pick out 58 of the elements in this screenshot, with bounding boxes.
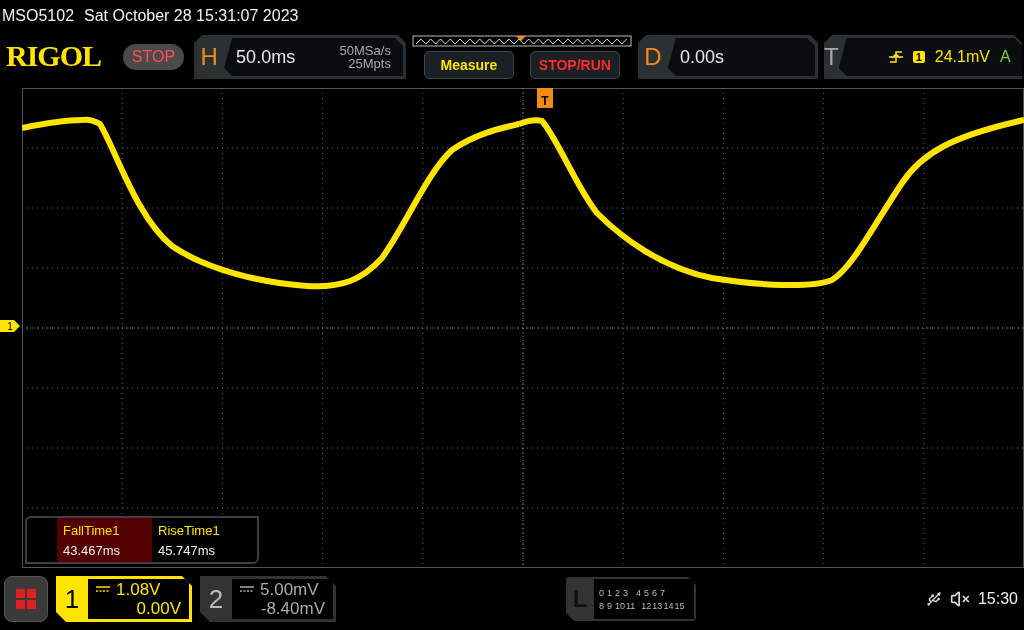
logic-channel-number: 1 [607, 587, 613, 598]
channel-panel[interactable]: 2 5.00mV -8.40mV [200, 576, 336, 622]
stop-run-button[interactable]: STOP/RUN [529, 51, 620, 79]
channel-offset: -8.40mV [260, 599, 325, 618]
measurement-name: FallTime1 [63, 522, 121, 538]
channel-marker[interactable]: 1 [0, 320, 20, 332]
trigger-position-marker[interactable]: T [537, 88, 553, 108]
logic-channel-number: 5 [644, 587, 650, 598]
rising-edge-icon [888, 50, 903, 64]
measurement-value: 45.747ms [158, 542, 217, 558]
timebase-value: 50.0ms [236, 46, 296, 68]
logic-channel-number: 11 [626, 600, 636, 611]
trigger-panel[interactable]: T 1 24.1mV A [824, 35, 1022, 79]
logic-channel-number: 2 [615, 587, 621, 598]
menu-button[interactable] [4, 576, 48, 622]
panel-letter: D [643, 43, 663, 71]
trigger-mode: A [999, 48, 1011, 66]
measurement-name: RiseTime1 [158, 522, 221, 538]
logic-channel-number: 10 [615, 600, 625, 611]
logic-channel-number: 14 [663, 600, 674, 611]
measurement-value: 43.467ms [63, 542, 122, 558]
channel-number: 2 [207, 583, 225, 615]
delay-value: 0.00s [679, 46, 724, 68]
dc-coupling-icon [96, 586, 110, 593]
delay-panel[interactable]: D 0.00s [637, 35, 818, 79]
logic-channel-number: 7 [660, 587, 666, 598]
source-badge: 1 [912, 51, 925, 63]
channel-scale: 1.08V [116, 580, 161, 599]
mute-icon[interactable] [949, 589, 970, 609]
channel-panel[interactable]: 1 1.08V 0.00V [56, 576, 192, 622]
panel-letter: H [199, 43, 219, 71]
memory-depth: 25Mpts [348, 57, 391, 70]
logic-channel-number: 15 [674, 600, 685, 611]
measurement-item[interactable]: RiseTime1 45.747ms [152, 518, 247, 562]
clock-time: 15:30 [977, 590, 1018, 608]
model-name: MSO5102 [2, 7, 75, 25]
logic-channel-number: 12 [641, 600, 652, 611]
sample-rate: 50MSa/s [339, 44, 391, 57]
logic-channel-number: 4 [636, 587, 642, 598]
channel-scale: 5.00mV [260, 580, 319, 599]
panel-letter: T [824, 43, 839, 71]
logic-channel-number: 9 [607, 600, 613, 611]
logo: RIGOL [6, 40, 103, 74]
logic-channel-number: 3 [623, 587, 629, 598]
logic-channel-number: 0 [599, 587, 605, 598]
date-time: Sat October 28 15:31:07 2023 [84, 7, 299, 25]
usb-icon [925, 591, 942, 607]
channel-number: 1 [63, 583, 81, 615]
measurement-item[interactable]: FallTime1 43.467ms [57, 518, 152, 562]
channel-offset: 0.00V [136, 599, 181, 618]
logic-channel-number: 6 [652, 587, 658, 598]
logic-channel-number: 13 [652, 600, 663, 611]
trigger-level: 24.1mV [934, 48, 990, 66]
dc-coupling-icon [240, 586, 254, 593]
logic-channel-number: 8 [599, 600, 605, 611]
measure-button[interactable]: Measure [423, 51, 514, 79]
horizontal-panel[interactable]: H 50.0ms 50MSa/s 25Mpts [194, 35, 406, 79]
grid-icon [15, 588, 37, 610]
